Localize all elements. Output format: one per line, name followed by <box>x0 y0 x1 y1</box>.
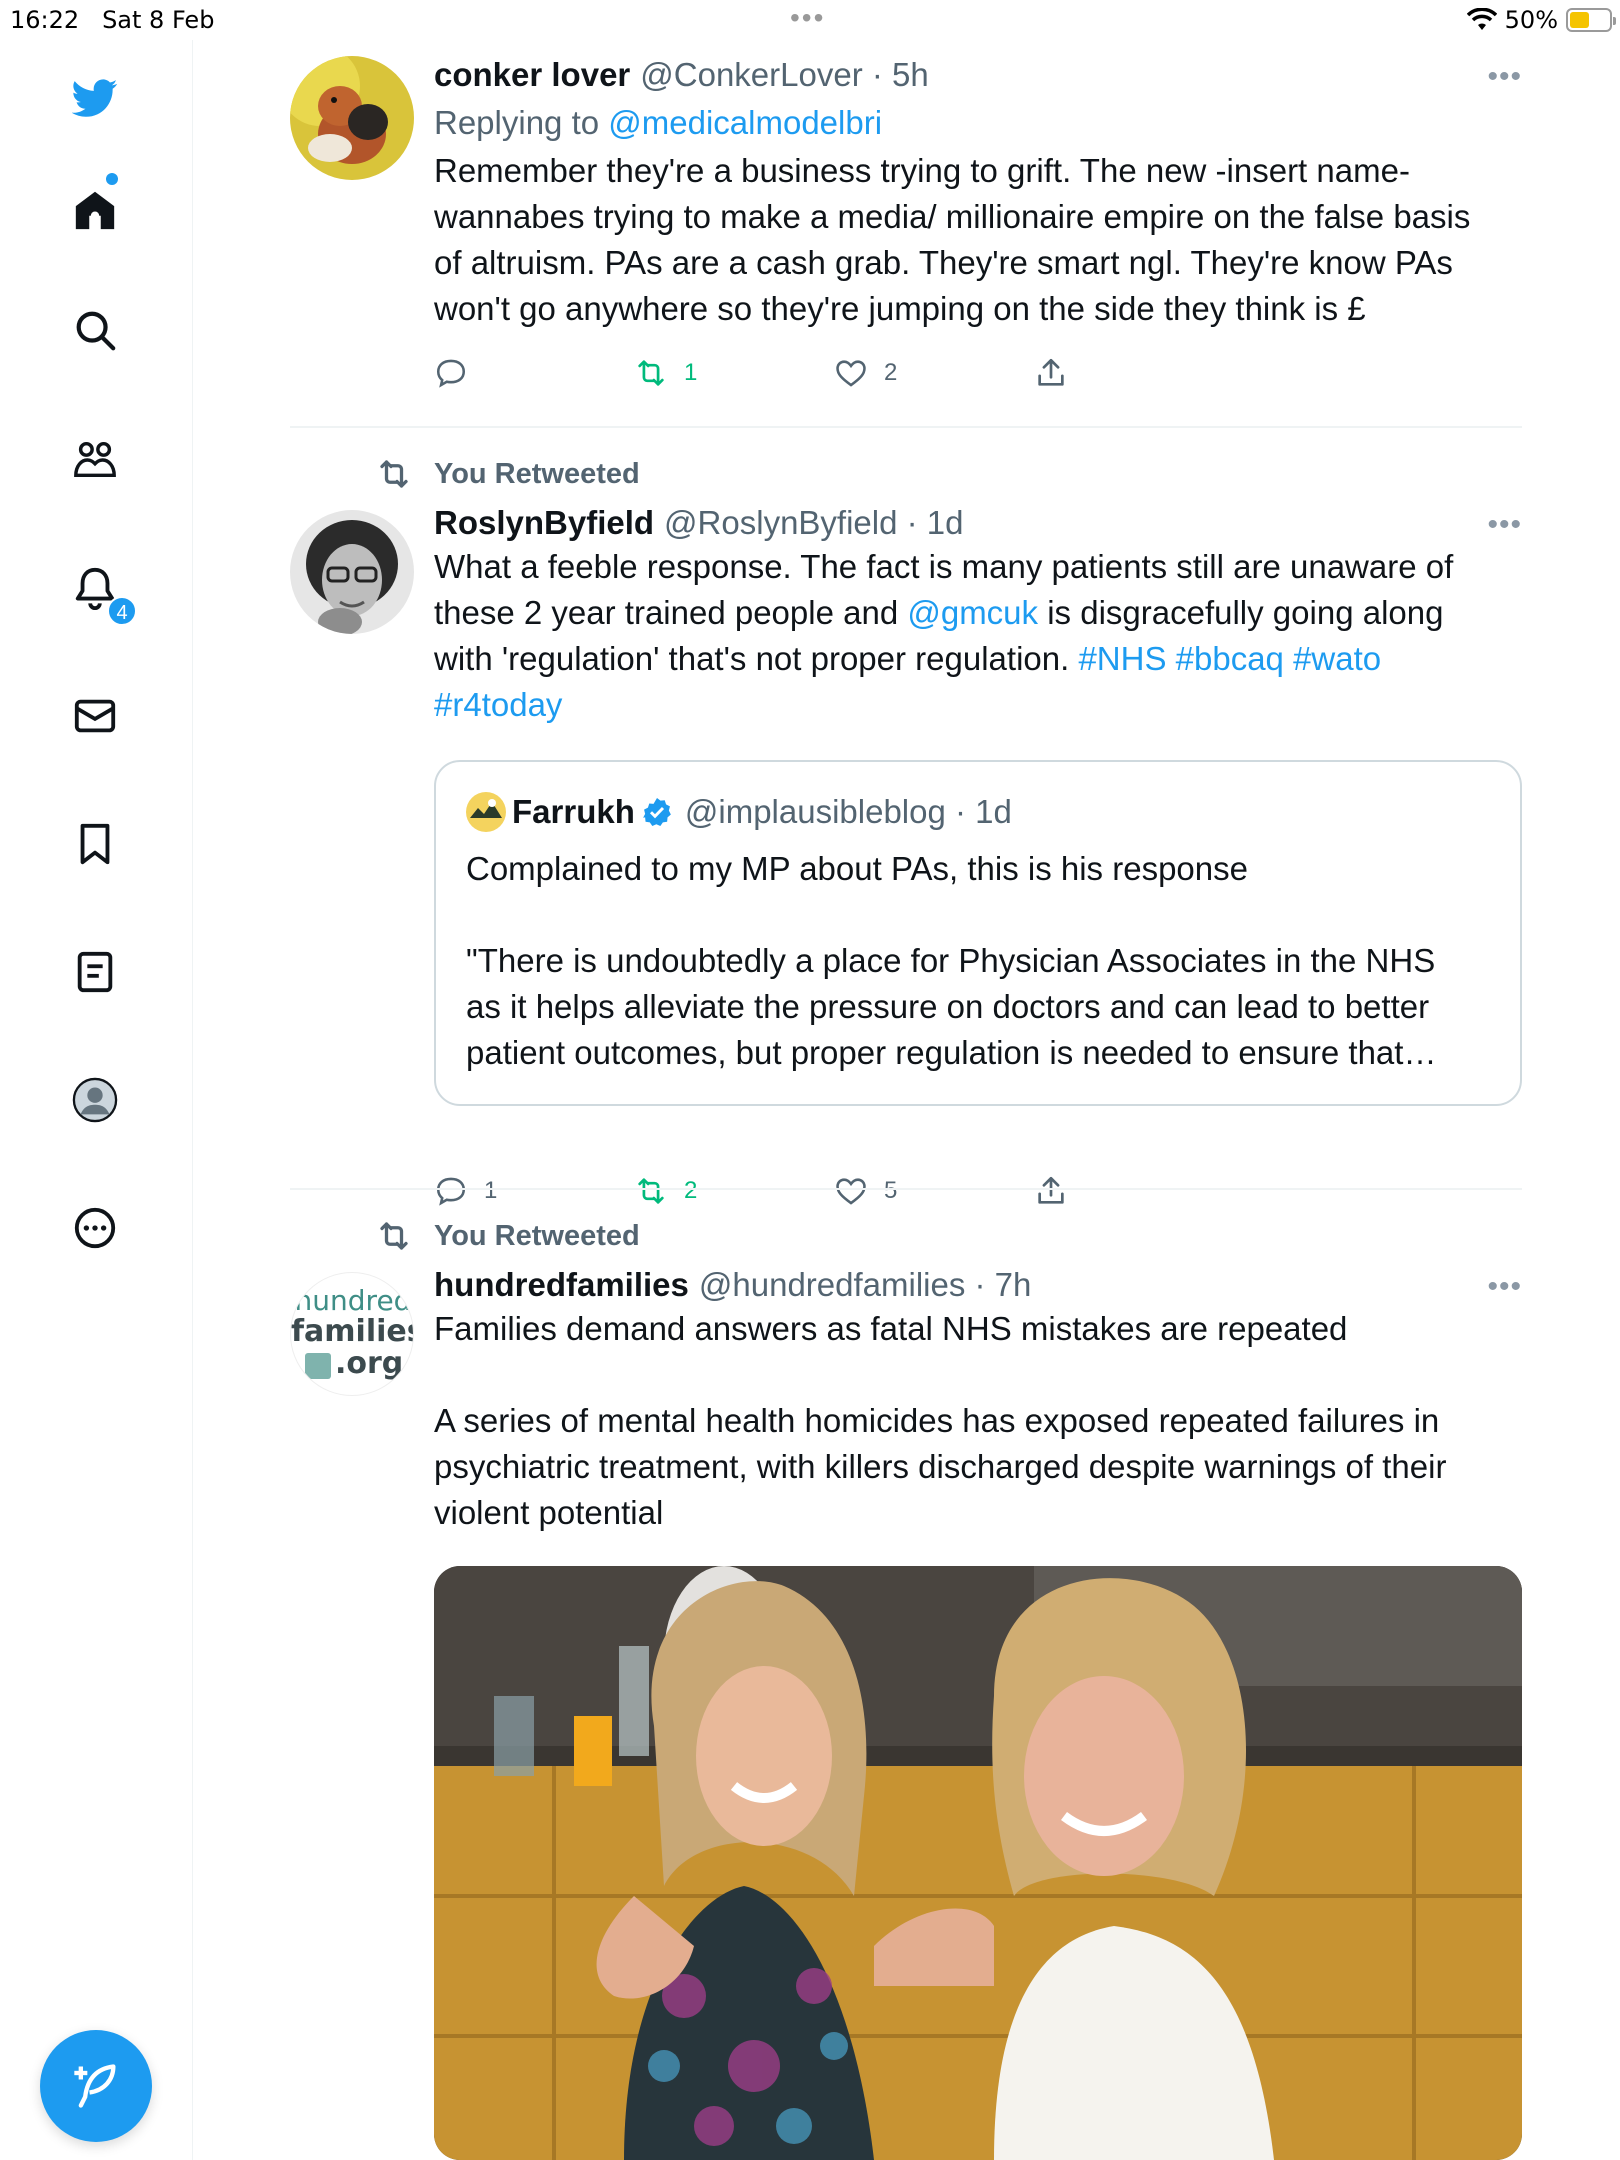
search-icon[interactable] <box>65 300 125 360</box>
retweet-count: 1 <box>684 359 698 386</box>
share-icon <box>1038 358 1064 386</box>
author-name[interactable]: conker lover <box>434 56 630 94</box>
tweet[interactable]: You Retweeted hundred families .org hund… <box>290 1218 1522 2160</box>
mention-link[interactable]: @gmcuk <box>907 594 1038 631</box>
tweet-text: Families demand answers as fatal NHS mis… <box>434 1310 1447 1531</box>
reply-button[interactable] <box>434 356 484 390</box>
avatar-text-families: families <box>291 1314 414 1349</box>
tweet-content: hundredfamilies @hundredfamilies · 7h ••… <box>434 1266 1522 2160</box>
avatar-text-hundred: hundred <box>294 1284 412 1317</box>
share-icon <box>1038 1176 1064 1204</box>
tweet-content: RoslynByfield @RoslynByfield · 1d ••• Wh… <box>434 504 1522 1206</box>
author-name[interactable]: hundredfamilies <box>434 1266 689 1304</box>
like-count: 5 <box>884 1177 898 1204</box>
tweet-header: conker lover @ConkerLover · 5h <box>434 56 1522 94</box>
quote-author-name[interactable]: Farrukh <box>512 793 635 831</box>
tweet-text: Remember they're a business trying to gr… <box>434 152 1471 327</box>
retweet-button[interactable]: 2 <box>634 1174 697 1208</box>
reply-icon <box>436 359 466 388</box>
author-handle[interactable]: @hundredfamilies · 7h <box>699 1266 1032 1304</box>
lists-icon[interactable] <box>65 942 125 1002</box>
like-button[interactable]: 5 <box>834 1174 897 1208</box>
quoted-tweet[interactable]: Farrukh @implausibleblog · 1d Complained… <box>434 760 1522 1106</box>
reply-icon <box>436 1177 466 1206</box>
quote-author-handle[interactable]: @implausibleblog · 1d <box>685 793 1012 831</box>
more-circle-icon[interactable] <box>65 1198 125 1258</box>
battery-icon <box>1566 8 1616 32</box>
retweet-icon <box>638 360 664 386</box>
hashtag-link[interactable]: #r4today <box>434 686 562 723</box>
author-handle[interactable]: @ConkerLover · 5h <box>640 56 928 94</box>
tweet-content: conker lover @ConkerLover · 5h ••• Reply… <box>434 56 1522 388</box>
more-options-icon[interactable]: ••• <box>1487 1270 1522 1304</box>
retweeted-label: You Retweeted <box>374 456 640 492</box>
status-time: 16:22 Sat 8 Feb <box>10 6 215 34</box>
bookmark-icon[interactable] <box>65 814 125 874</box>
home-unread-dot <box>106 173 118 185</box>
replying-to-handle[interactable]: @medicalmodelbri <box>608 104 882 141</box>
share-button[interactable] <box>1034 1174 1068 1208</box>
tweet-divider <box>290 426 1522 428</box>
quote-text: Complained to my MP about PAs, this is h… <box>466 850 1437 1071</box>
tweet-photo[interactable] <box>434 1566 1522 2160</box>
author-handle[interactable]: @RoslynByfield · 1d <box>664 504 963 542</box>
sidebar: 4 <box>0 40 193 2160</box>
avatar-logo-square <box>305 1353 331 1379</box>
retweet-button[interactable]: 1 <box>634 356 697 390</box>
communities-icon[interactable] <box>65 430 125 490</box>
verified-icon <box>643 798 671 826</box>
battery-percent: 50% <box>1504 6 1558 34</box>
avatar[interactable]: hundred families .org <box>290 1272 414 1396</box>
profile-icon[interactable] <box>65 1070 125 1130</box>
quote-header: Farrukh @implausibleblog · 1d <box>466 792 1012 832</box>
compose-button[interactable] <box>40 2030 152 2142</box>
retweet-count: 2 <box>684 1177 698 1204</box>
tweet[interactable]: You Retweeted RoslynByfield @RoslynByfie… <box>290 456 1522 1206</box>
tweet-divider <box>290 1188 1522 1190</box>
tweet-text: What a feeble response. The fact is many… <box>434 548 1454 723</box>
retweet-icon <box>638 1178 664 1204</box>
retweet-icon <box>380 1222 408 1250</box>
compose-icon <box>74 2064 116 2108</box>
reply-count: 1 <box>484 1177 498 1204</box>
retweet-icon <box>380 460 408 488</box>
retweeted-label: You Retweeted <box>374 1218 640 1254</box>
tweet-header: RoslynByfield @RoslynByfield · 1d <box>434 504 1522 542</box>
multitask-dots[interactable]: ••• <box>790 2 825 34</box>
tweet-actions: 1 2 5 <box>434 1174 1134 1214</box>
avatar[interactable] <box>290 56 414 180</box>
avatar-text-org: .org <box>335 1346 404 1381</box>
wifi-icon <box>1466 8 1497 30</box>
author-name[interactable]: RoslynByfield <box>434 504 654 542</box>
tweet-actions: 1 2 <box>434 356 1134 396</box>
like-count: 2 <box>884 359 898 386</box>
status-indicators: 50% <box>1466 6 1616 34</box>
reply-button[interactable]: 1 <box>434 1174 497 1208</box>
like-icon <box>836 1178 866 1205</box>
mail-icon[interactable] <box>65 686 125 746</box>
like-button[interactable]: 2 <box>834 356 897 390</box>
notification-count-badge: 4 <box>107 596 137 626</box>
quote-avatar[interactable] <box>466 792 506 832</box>
tweet-header: hundredfamilies @hundredfamilies · 7h <box>434 1266 1522 1304</box>
home-icon[interactable] <box>65 180 125 240</box>
tweet[interactable]: conker lover @ConkerLover · 5h ••• Reply… <box>290 56 1522 396</box>
hashtag-links[interactable]: #NHS #bbcaq #wato <box>1078 640 1381 677</box>
more-options-icon[interactable]: ••• <box>1487 508 1522 542</box>
more-options-icon[interactable]: ••• <box>1487 60 1522 94</box>
twitter-logo-icon[interactable] <box>65 68 125 128</box>
like-icon <box>836 360 866 387</box>
replying-to: Replying to @medicalmodelbri <box>434 104 883 141</box>
avatar[interactable] <box>290 510 414 634</box>
share-button[interactable] <box>1034 356 1068 390</box>
status-bar: 16:22 Sat 8 Feb ••• 50% <box>0 0 1620 40</box>
